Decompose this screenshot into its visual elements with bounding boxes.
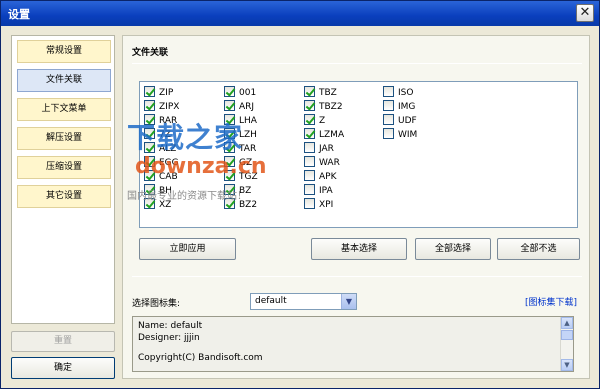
iconset-label: 选择图标集: — [132, 299, 181, 309]
filetype-checkbox-tar[interactable]: TAR — [224, 142, 256, 155]
filetype-checkbox-wim[interactable]: WIM — [383, 128, 417, 141]
filetype-checkbox-z[interactable]: Z — [304, 114, 325, 127]
divider — [132, 63, 582, 64]
checkbox[interactable] — [304, 142, 315, 153]
checkbox[interactable] — [144, 142, 155, 153]
filetype-checkbox-alz[interactable]: ALZ — [144, 142, 176, 155]
checkbox[interactable] — [144, 156, 155, 167]
checkbox[interactable] — [224, 114, 235, 125]
filetype-checkbox-gz[interactable]: GZ — [224, 156, 252, 169]
nav-item-context-menu[interactable]: 上下文菜单 — [17, 98, 111, 121]
scroll-thumb[interactable] — [561, 330, 573, 340]
checkbox[interactable] — [144, 100, 155, 111]
filetype-checkbox-apk[interactable]: APK — [304, 170, 337, 183]
nav-item-general[interactable]: 常规设置 — [17, 40, 111, 63]
filetype-checkbox-001[interactable]: 001 — [224, 86, 256, 99]
checkbox[interactable] — [144, 170, 155, 181]
filetype-checkbox-tbz2[interactable]: TBZ2 — [304, 100, 343, 113]
filetype-checkbox-jar[interactable]: JAR — [304, 142, 334, 155]
filetype-checkbox-lzma[interactable]: LZMA — [304, 128, 344, 141]
filetype-checkbox-xz[interactable]: XZ — [144, 198, 171, 211]
iconset-info-box: Name: default Designer: jjjin Copyright(… — [132, 316, 574, 372]
iconset-value: default — [255, 296, 287, 306]
checkbox[interactable] — [383, 100, 394, 111]
divider — [132, 276, 582, 277]
reset-button[interactable]: 重置 — [11, 331, 115, 352]
filetype-checkbox-udf[interactable]: UDF — [383, 114, 417, 127]
nav-item-extract[interactable]: 解压设置 — [17, 127, 111, 150]
section-title: 文件关联 — [132, 48, 169, 58]
iconset-download-link[interactable]: [图标集下载] — [525, 295, 577, 308]
checkbox[interactable] — [144, 128, 155, 139]
checkbox[interactable] — [144, 198, 155, 209]
chevron-down-icon[interactable]: ▼ — [341, 294, 356, 309]
close-button[interactable]: ✕ — [576, 4, 594, 22]
basic-select-button[interactable]: 基本选择 — [311, 238, 407, 260]
checkbox[interactable] — [304, 184, 315, 195]
ok-button[interactable]: 确定 — [11, 357, 115, 379]
filetype-checkbox-bz2[interactable]: BZ2 — [224, 198, 257, 211]
nav-item-file-association[interactable]: 文件关联 — [17, 69, 111, 92]
checkbox[interactable] — [383, 128, 394, 139]
iconset-designer: Designer: jjjin — [138, 333, 200, 343]
checkbox[interactable] — [304, 128, 315, 139]
checkbox[interactable] — [144, 184, 155, 195]
filetype-list: ZIP ZIPX RAR 7Z ALZ EGG CAB BH XZ 001 AR… — [139, 81, 578, 228]
checkbox[interactable] — [304, 86, 315, 97]
filetype-checkbox-cab[interactable]: CAB — [144, 170, 178, 183]
nav-item-other[interactable]: 其它设置 — [17, 185, 111, 208]
checkbox[interactable] — [383, 86, 394, 97]
nav-item-compress[interactable]: 压缩设置 — [17, 156, 111, 179]
checkbox[interactable] — [304, 156, 315, 167]
filetype-checkbox-bh[interactable]: BH — [144, 184, 172, 197]
select-none-button[interactable]: 全部不选 — [497, 238, 580, 260]
filetype-checkbox-tbz[interactable]: TBZ — [304, 86, 337, 99]
checkbox[interactable] — [383, 114, 394, 125]
iconset-select[interactable]: default ▼ — [250, 293, 357, 310]
filetype-checkbox-zip[interactable]: ZIP — [144, 86, 173, 99]
filetype-checkbox-7z[interactable]: 7Z — [144, 128, 171, 141]
filetype-checkbox-ipa[interactable]: IPA — [304, 184, 333, 197]
settings-window: 设置 ✕ 常规设置 文件关联 上下文菜单 解压设置 压缩设置 其它设置 重置 确… — [0, 0, 600, 389]
checkbox[interactable] — [224, 100, 235, 111]
scroll-down-icon[interactable]: ▼ — [561, 359, 573, 371]
checkbox[interactable] — [224, 142, 235, 153]
filetype-checkbox-lha[interactable]: LHA — [224, 114, 257, 127]
filetype-checkbox-rar[interactable]: RAR — [144, 114, 177, 127]
settings-nav: 常规设置 文件关联 上下文菜单 解压设置 压缩设置 其它设置 — [11, 35, 115, 324]
filetype-checkbox-iso[interactable]: ISO — [383, 86, 413, 99]
filetype-checkbox-arj[interactable]: ARJ — [224, 100, 254, 113]
checkbox[interactable] — [304, 100, 315, 111]
filetype-checkbox-bz[interactable]: BZ — [224, 184, 251, 197]
filetype-checkbox-lzh[interactable]: LZH — [224, 128, 257, 141]
filetype-checkbox-xpi[interactable]: XPI — [304, 198, 333, 211]
checkbox[interactable] — [224, 128, 235, 139]
filetype-checkbox-war[interactable]: WAR — [304, 156, 340, 169]
checkbox[interactable] — [144, 86, 155, 97]
iconset-copyright: Copyright(C) Bandisoft.com — [138, 353, 263, 363]
info-scrollbar[interactable]: ▲ ▼ — [560, 317, 573, 371]
filetype-checkbox-tgz[interactable]: TGZ — [224, 170, 258, 183]
apply-now-button[interactable]: 立即应用 — [139, 238, 236, 260]
window-title: 设置 — [8, 8, 30, 21]
filetype-checkbox-egg[interactable]: EGG — [144, 156, 179, 169]
checkbox[interactable] — [144, 114, 155, 125]
filetype-checkbox-img[interactable]: IMG — [383, 100, 415, 113]
checkbox[interactable] — [224, 170, 235, 181]
checkbox[interactable] — [224, 198, 235, 209]
checkbox[interactable] — [304, 198, 315, 209]
close-icon: ✕ — [579, 5, 591, 20]
checkbox[interactable] — [224, 86, 235, 97]
checkbox[interactable] — [224, 184, 235, 195]
select-all-button[interactable]: 全部选择 — [415, 238, 491, 260]
filetype-checkbox-zipx[interactable]: ZIPX — [144, 100, 179, 113]
iconset-name: Name: default — [138, 321, 203, 331]
file-association-panel: 文件关联 ZIP ZIPX RAR 7Z ALZ EGG CAB BH XZ 0… — [122, 35, 590, 379]
checkbox[interactable] — [224, 156, 235, 167]
scroll-up-icon[interactable]: ▲ — [561, 317, 573, 329]
checkbox[interactable] — [304, 114, 315, 125]
title-bar: 设置 ✕ — [1, 1, 599, 26]
checkbox[interactable] — [304, 170, 315, 181]
